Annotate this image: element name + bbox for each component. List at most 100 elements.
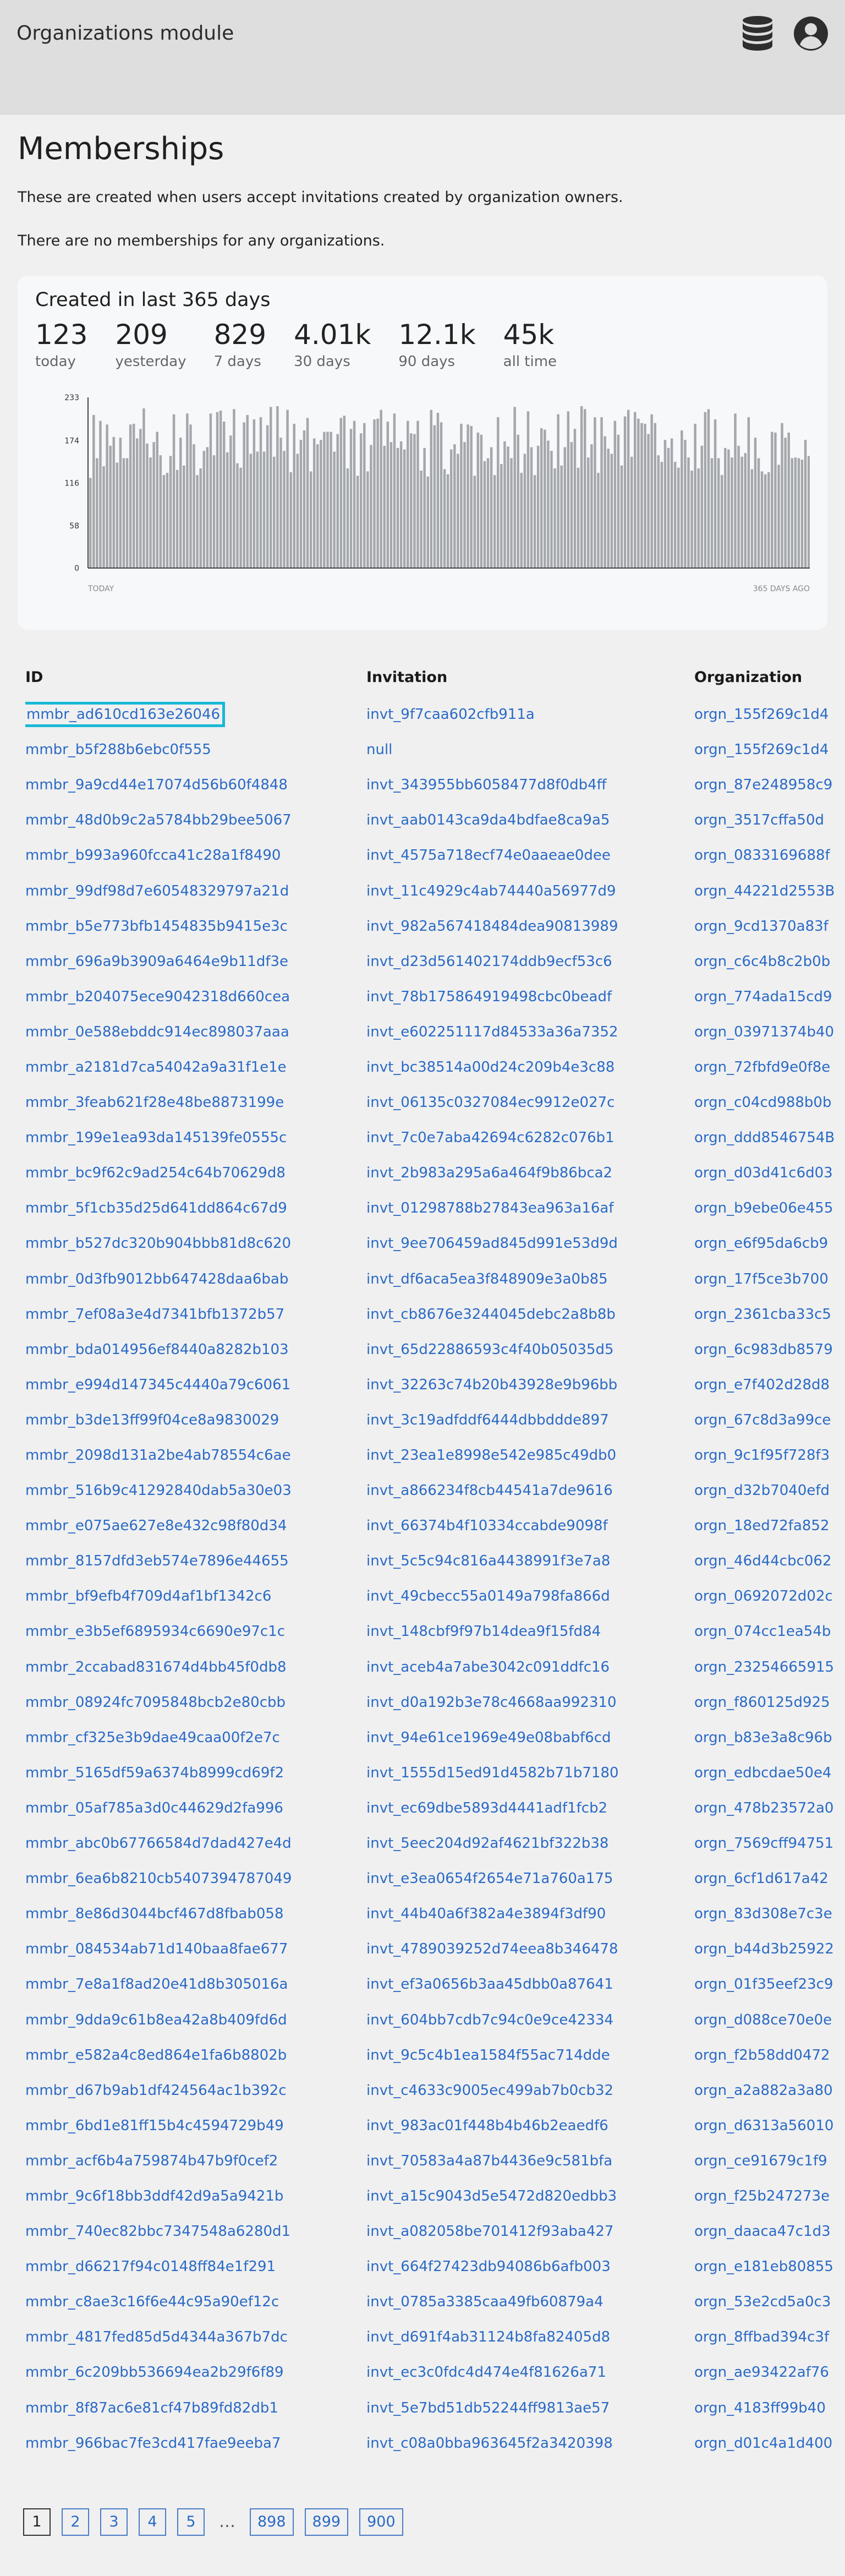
- invitation-link[interactable]: invt_5eec204d92af4621bf322b38: [366, 1835, 608, 1852]
- membership-id-link[interactable]: mmbr_7ef08a3e4d7341bfb1372b57: [25, 1306, 284, 1323]
- invitation-link[interactable]: invt_49cbecc55a0149a798fa866d: [366, 1588, 610, 1604]
- organization-link[interactable]: orgn_67c8d3a99ce: [694, 1412, 831, 1428]
- organization-link[interactable]: orgn_3517cffa50d: [694, 812, 824, 828]
- organization-link[interactable]: orgn_774ada15cd9: [694, 989, 832, 1005]
- invitation-link[interactable]: invt_9c5c4b1ea1584f55ac714dde: [366, 2047, 610, 2064]
- membership-id-link[interactable]: mmbr_5f1cb35d25d641dd864c67d9: [25, 1200, 287, 1216]
- organization-link[interactable]: orgn_46d44cbc062: [694, 1553, 832, 1569]
- invitation-link[interactable]: null: [366, 741, 392, 758]
- invitation-link[interactable]: invt_9f7caa602cfb911a: [366, 706, 535, 723]
- membership-id-link[interactable]: mmbr_e582a4c8ed864e1fa6b8802b: [25, 2047, 287, 2064]
- membership-id-link[interactable]: mmbr_2098d131a2be4ab78554c6ae: [25, 1447, 291, 1464]
- organization-link[interactable]: orgn_b9ebe06e455: [694, 1200, 833, 1216]
- membership-id-link[interactable]: mmbr_966bac7fe3cd417fae9eeba7: [25, 2435, 281, 2452]
- organization-link[interactable]: orgn_9cd1370a83f: [694, 918, 828, 935]
- invitation-link[interactable]: invt_3c19adfddf6444dbbddde897: [366, 1412, 609, 1428]
- organization-link[interactable]: orgn_edbcdae50e4: [694, 1765, 831, 1781]
- membership-id-link[interactable]: mmbr_5165df59a6374b8999cd69f2: [25, 1765, 284, 1781]
- membership-id-link[interactable]: mmbr_d66217f94c0148ff84e1f291: [25, 2258, 276, 2275]
- invitation-link[interactable]: invt_66374b4f10334ccabde9098f: [366, 1518, 608, 1534]
- membership-id-link[interactable]: mmbr_3feab621f28e48be8873199e: [25, 1094, 284, 1111]
- invitation-link[interactable]: invt_604bb7cdb7c94c0e9ce42334: [366, 2012, 613, 2028]
- organization-link[interactable]: orgn_8ffbad394c3f: [694, 2329, 829, 2345]
- organization-link[interactable]: orgn_53e2cd5a0c3: [694, 2294, 831, 2310]
- invitation-link[interactable]: invt_70583a4a87b4436e9c581bfa: [366, 2153, 612, 2169]
- invitation-link[interactable]: invt_d0a192b3e78c4668aa992310: [366, 1694, 617, 1711]
- organization-link[interactable]: orgn_c6c4b8c2b0b: [694, 953, 830, 970]
- membership-id-link[interactable]: mmbr_e994d147345c4440a79c6061: [25, 1377, 290, 1393]
- invitation-link[interactable]: invt_2b983a295a6a464f9b86bca2: [366, 1165, 612, 1181]
- page-button[interactable]: 900: [359, 2508, 403, 2536]
- invitation-link[interactable]: invt_01298788b27843ea963a16af: [366, 1200, 614, 1216]
- organization-link[interactable]: orgn_d03d41c6d03: [694, 1165, 833, 1181]
- membership-id-link[interactable]: mmbr_6ea6b8210cb5407394787049: [25, 1870, 292, 1887]
- invitation-link[interactable]: invt_7c0e7aba42694c6282c076b1: [366, 1129, 614, 1146]
- membership-id-link[interactable]: mmbr_9a9cd44e17074d56b60f4848: [25, 777, 288, 793]
- invitation-link[interactable]: invt_06135c0327084ec9912e027c: [366, 1094, 614, 1111]
- invitation-link[interactable]: invt_343955bb6058477d8f0db4ff: [366, 777, 607, 793]
- organization-link[interactable]: orgn_155f269c1d4: [694, 706, 828, 723]
- page-button[interactable]: 898: [250, 2508, 294, 2536]
- organization-link[interactable]: orgn_c04cd988b0b: [694, 1094, 831, 1111]
- page-button[interactable]: 1: [23, 2508, 51, 2536]
- membership-id-link[interactable]: mmbr_6bd1e81ff15b4c4594729b49: [25, 2117, 284, 2134]
- membership-id-link[interactable]: mmbr_8e86d3044bcf467d8fbab058: [25, 1906, 284, 1922]
- membership-id-link[interactable]: mmbr_0e588ebddc914ec898037aaa: [25, 1024, 289, 1040]
- organization-link[interactable]: orgn_72fbfd9e0f8e: [694, 1059, 830, 1076]
- invitation-link[interactable]: invt_e602251117d84533a36a7352: [366, 1024, 618, 1040]
- organization-link[interactable]: orgn_d088ce70e0e: [694, 2012, 832, 2028]
- membership-id-link[interactable]: mmbr_99df98d7e60548329797a21d: [25, 883, 289, 899]
- organization-link[interactable]: orgn_daaca47c1d3: [694, 2223, 831, 2240]
- membership-id-link[interactable]: mmbr_e075ae627e8e432c98f80d34: [25, 1518, 287, 1534]
- invitation-link[interactable]: invt_ec3c0fdc4d474e4f81626a71: [366, 2364, 606, 2381]
- membership-id-link[interactable]: mmbr_199e1ea93da145139fe0555c: [25, 1129, 287, 1146]
- invitation-link[interactable]: invt_65d22886593c4f40b05035d5: [366, 1341, 614, 1358]
- membership-id-link[interactable]: mmbr_08924fc7095848bcb2e80cbb: [25, 1694, 286, 1711]
- invitation-link[interactable]: invt_1555d15ed91d4582b71b7180: [366, 1765, 619, 1781]
- invitation-link[interactable]: invt_e3ea0654f2654e71a760a175: [366, 1870, 613, 1887]
- membership-id-link[interactable]: mmbr_c8ae3c16f6e44c95a90ef12c: [25, 2294, 279, 2310]
- page-button[interactable]: 5: [177, 2508, 205, 2536]
- invitation-link[interactable]: invt_5e7bd51db52244ff9813ae57: [366, 2400, 610, 2416]
- organization-link[interactable]: orgn_ae93422af76: [694, 2364, 829, 2381]
- page-button[interactable]: 899: [304, 2508, 349, 2536]
- membership-id-link[interactable]: mmbr_696a9b3909a6464e9b11df3e: [25, 953, 288, 970]
- organization-link[interactable]: orgn_155f269c1d4: [694, 741, 828, 758]
- organization-link[interactable]: orgn_17f5ce3b700: [694, 1271, 828, 1287]
- membership-id-link[interactable]: mmbr_bc9f62c9ad254c64b70629d8: [25, 1165, 286, 1181]
- membership-id-link[interactable]: mmbr_7e8a1f8ad20e41d8b305016a: [25, 1976, 288, 1993]
- invitation-link[interactable]: invt_148cbf9f97b14dea9f15fd84: [366, 1623, 601, 1640]
- organization-link[interactable]: orgn_01f35eef23c9: [694, 1976, 833, 1993]
- invitation-link[interactable]: invt_c08a0bba963645f2a3420398: [366, 2435, 613, 2452]
- organization-link[interactable]: orgn_f860125d925: [694, 1694, 830, 1711]
- membership-id-link[interactable]: mmbr_b5e773bfb1454835b9415e3c: [25, 918, 288, 935]
- organization-link[interactable]: orgn_d01c4a1d400: [694, 2435, 832, 2452]
- invitation-link[interactable]: invt_5c5c94c816a4438991f3e7a8: [366, 1553, 610, 1569]
- organization-link[interactable]: orgn_18ed72fa852: [694, 1518, 830, 1534]
- membership-id-link[interactable]: mmbr_e3b5ef6895934c6690e97c1c: [25, 1623, 285, 1640]
- membership-id-link[interactable]: mmbr_b5f288b6ebc0f555: [25, 741, 211, 758]
- membership-id-link[interactable]: mmbr_740ec82bbc7347548a6280d1: [25, 2223, 290, 2240]
- organization-link[interactable]: orgn_7569cff94751: [694, 1835, 833, 1852]
- membership-id-link[interactable]: mmbr_9dda9c61b8ea42a8b409fd6d: [25, 2012, 287, 2028]
- invitation-link[interactable]: invt_983ac01f448b4b46b2eaedf6: [366, 2117, 608, 2134]
- membership-id-link[interactable]: mmbr_8f87ac6e81cf47b89fd82db1: [25, 2400, 278, 2416]
- membership-id-link[interactable]: mmbr_084534ab71d140baa8fae677: [25, 1941, 288, 1957]
- invitation-link[interactable]: invt_4575a718ecf74e0aaeae0dee: [366, 847, 611, 864]
- invitation-link[interactable]: invt_bc38514a00d24c209b4e3c88: [366, 1059, 614, 1076]
- invitation-link[interactable]: invt_9ee706459ad845d991e53d9d: [366, 1235, 618, 1252]
- invitation-link[interactable]: invt_94e61ce1969e49e08babf6cd: [366, 1729, 611, 1746]
- invitation-link[interactable]: invt_78b175864919498cbc0beadf: [366, 989, 612, 1005]
- membership-id-link[interactable]: mmbr_4817fed85d5d4344a367b7dc: [25, 2329, 288, 2345]
- invitation-link[interactable]: invt_44b40a6f382a4e3894f3df90: [366, 1906, 606, 1922]
- membership-id-link[interactable]: mmbr_bda014956ef8440a8282b103: [25, 1341, 289, 1358]
- organization-link[interactable]: orgn_478b23572a0: [694, 1800, 833, 1816]
- organization-link[interactable]: orgn_0833169688f: [694, 847, 830, 864]
- membership-id-link[interactable]: mmbr_bf9efb4f709d4af1bf1342c6: [25, 1588, 271, 1604]
- page-button[interactable]: 4: [139, 2508, 166, 2536]
- organization-link[interactable]: orgn_b83e3a8c96b: [694, 1729, 832, 1746]
- invitation-link[interactable]: invt_0785a3385caa49fb60879a4: [366, 2294, 603, 2310]
- membership-id-link[interactable]: mmbr_b527dc320b904bbb81d8c620: [25, 1235, 291, 1252]
- membership-id-link[interactable]: mmbr_0d3fb9012bb647428daa6bab: [25, 1271, 288, 1287]
- membership-id-link[interactable]: mmbr_b204075ece9042318d660cea: [25, 989, 290, 1005]
